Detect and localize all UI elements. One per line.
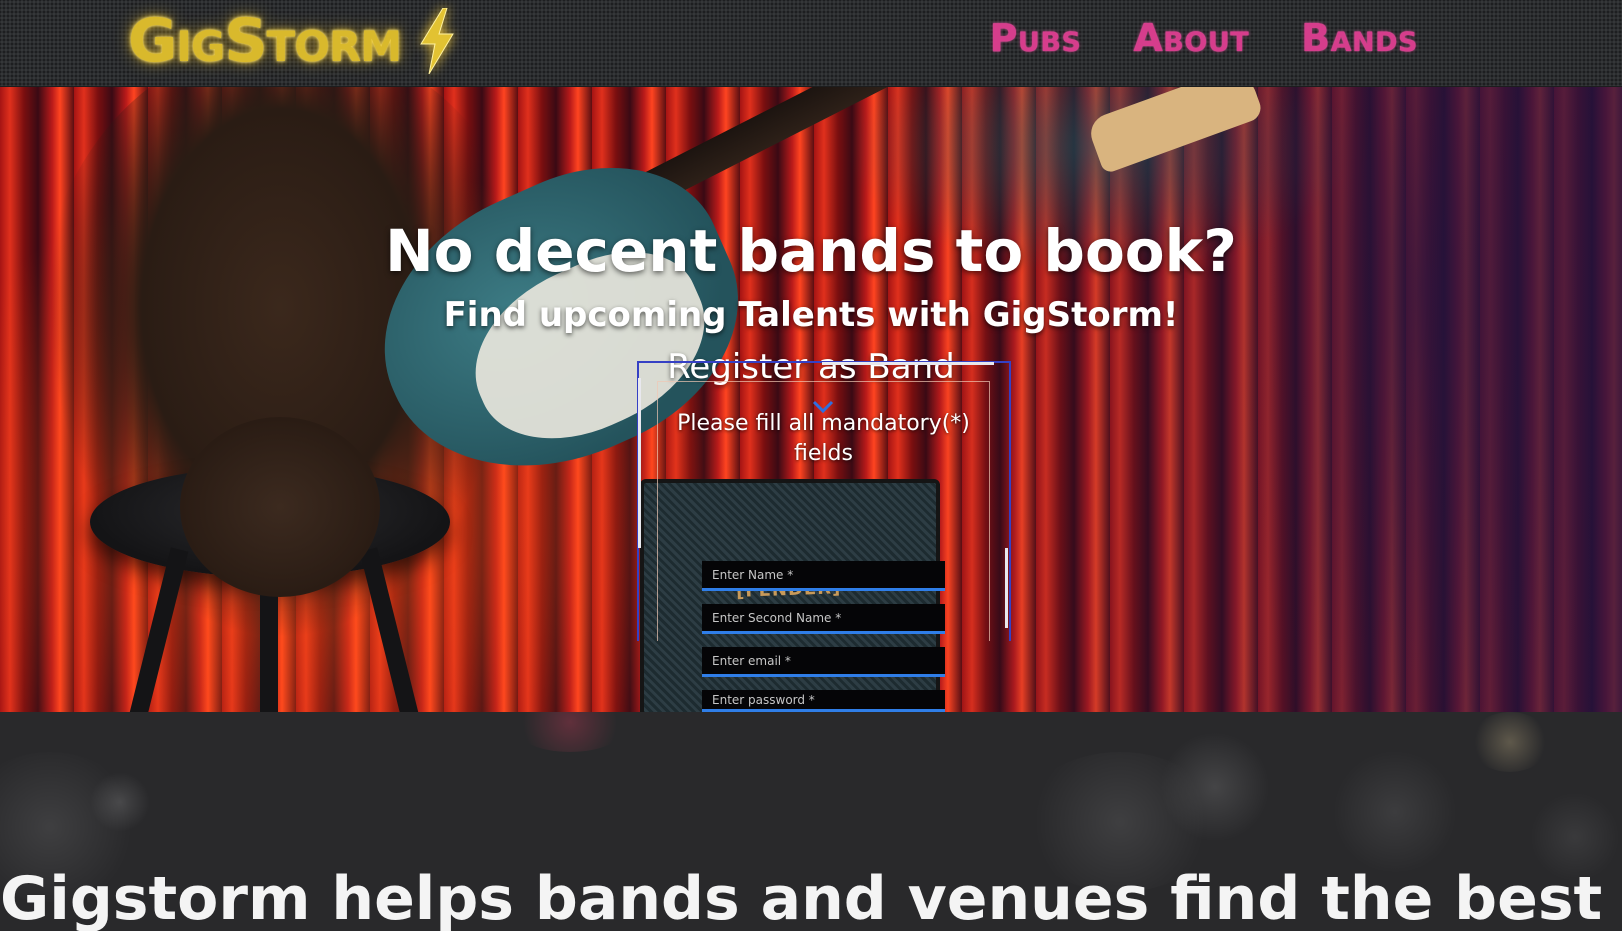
lightning-bolt-icon (420, 8, 454, 74)
password-field[interactable] (702, 690, 945, 712)
main-nav: Pubs About Bands (990, 16, 1418, 60)
nav-link-bands[interactable]: Bands (1301, 16, 1418, 60)
frame-accent (638, 378, 641, 548)
logo-text: GigStorm (128, 6, 402, 76)
frame-accent (1005, 548, 1008, 628)
email-field[interactable] (702, 647, 945, 677)
bokeh-light (90, 772, 150, 832)
top-navbar: GigStorm Pubs About Bands (0, 0, 1622, 87)
bokeh-light (1470, 712, 1550, 772)
bokeh-light (1160, 732, 1270, 842)
about-section: Gigstorm helps bands and venues find the… (0, 712, 1622, 931)
nav-link-pubs[interactable]: Pubs (990, 16, 1082, 60)
gigstorm-logo[interactable]: GigStorm (128, 2, 457, 80)
chimp-arm-image (180, 417, 380, 597)
nav-link-about[interactable]: About (1133, 16, 1249, 60)
hero-subtitle: Find upcoming Talents with GigStorm! (443, 295, 1179, 335)
bokeh-light (510, 712, 630, 752)
name-field[interactable] (702, 561, 945, 591)
hero-backdrop-shadow (922, 87, 1622, 712)
about-title: Gigstorm helps bands and venues find the… (0, 864, 1622, 931)
bokeh-light (1330, 752, 1460, 872)
second-name-field[interactable] (702, 604, 945, 634)
hero-title: No decent bands to book? (385, 217, 1237, 285)
form-heading: Please fill all mandatory(*) fields (677, 411, 970, 466)
frame-accent (822, 362, 994, 365)
